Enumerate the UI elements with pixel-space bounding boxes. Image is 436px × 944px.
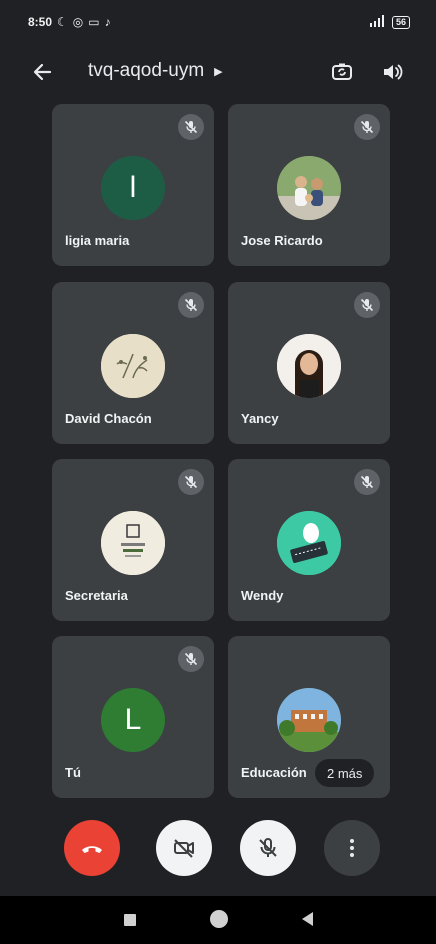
- arrow-left-icon: [33, 63, 52, 81]
- system-nav-bar: [0, 896, 436, 944]
- battery-icon: 56: [391, 15, 410, 29]
- end-call-button[interactable]: [64, 820, 120, 876]
- avatar-photo: [277, 334, 341, 398]
- mic-off-icon: [354, 469, 380, 495]
- avatar-initial: L: [124, 703, 142, 736]
- avatar-photo: [101, 334, 165, 398]
- call-controls: [0, 820, 436, 884]
- participant-tile[interactable]: l ligia maria: [52, 104, 214, 266]
- speaker-button[interactable]: [376, 56, 408, 88]
- more-options-button[interactable]: [324, 820, 380, 876]
- camera-toggle-button[interactable]: [156, 820, 212, 876]
- mic-off-icon: [178, 114, 204, 140]
- avatar: L: [101, 688, 165, 752]
- home-icon[interactable]: [210, 910, 228, 928]
- mic-off-icon: [354, 292, 380, 318]
- participant-name: Tú: [65, 765, 81, 780]
- chevron-right-icon: ▶: [214, 65, 223, 78]
- moon-icon: ☾: [57, 15, 68, 29]
- recents-icon[interactable]: [124, 914, 136, 926]
- more-vert-icon: [350, 839, 354, 857]
- participant-tile-self[interactable]: L Tú: [52, 636, 214, 798]
- avatar: l: [101, 156, 165, 220]
- participant-name: ligia maria: [65, 233, 130, 248]
- back-button[interactable]: [28, 58, 56, 86]
- participant-tile[interactable]: Secretaria: [52, 459, 214, 621]
- mic-off-icon: [178, 292, 204, 318]
- avatar-initial: l: [129, 171, 137, 204]
- back-triangle-icon[interactable]: [302, 912, 313, 926]
- status-left: 8:50 ☾ ◎ ▭ ♪: [28, 15, 111, 29]
- avatar-logo: [101, 511, 165, 575]
- mic-toggle-button[interactable]: [240, 820, 296, 876]
- camera-off-icon: [174, 839, 194, 858]
- participant-tile[interactable]: Wendy: [228, 459, 390, 621]
- participant-tile[interactable]: David Chacón: [52, 282, 214, 444]
- switch-camera-button[interactable]: [326, 56, 358, 88]
- call-header: tvq-aqod-uym ▶: [0, 48, 436, 96]
- mic-off-icon: [178, 469, 204, 495]
- participant-name: David Chacón: [65, 411, 152, 426]
- participant-name: Yancy: [241, 411, 279, 426]
- switch-camera-icon: [332, 63, 352, 80]
- phone-hangup-icon: [82, 846, 102, 853]
- signal-icon: [368, 14, 384, 30]
- meeting-code: tvq-aqod-uym: [88, 60, 205, 81]
- participant-tile[interactable]: Jose Ricardo: [228, 104, 390, 266]
- whatsapp-icon: ◎: [72, 15, 84, 29]
- mic-off-icon: [354, 114, 380, 140]
- avatar-illustration: [277, 511, 341, 575]
- avatar-photo: [277, 156, 341, 220]
- status-right: 56: [368, 14, 410, 30]
- participant-name: Secretaria: [65, 588, 128, 603]
- status-time: 8:50: [28, 15, 53, 29]
- tiktok-icon: ♪: [104, 15, 111, 29]
- speaker-icon: [384, 64, 403, 80]
- status-bar: 8:50 ☾ ◎ ▭ ♪ 56: [0, 0, 436, 44]
- mic-off-icon: [178, 646, 204, 672]
- participant-name: Wendy: [241, 588, 284, 603]
- more-participants-pill[interactable]: 2 más: [315, 759, 375, 787]
- mic-off-icon: [259, 838, 277, 857]
- participant-tile[interactable]: Yancy: [228, 282, 390, 444]
- participant-name: Jose Ricardo: [241, 233, 323, 248]
- participant-name: Educación: [241, 765, 307, 780]
- avatar-photo: [277, 688, 341, 752]
- meeting-title[interactable]: tvq-aqod-uym ▶: [88, 60, 223, 82]
- cast-icon: ▭: [88, 15, 100, 29]
